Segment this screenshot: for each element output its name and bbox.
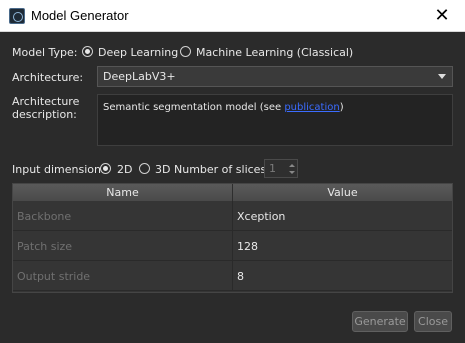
publication-link[interactable]: publication — [284, 102, 339, 113]
description-text-after: ) — [339, 102, 344, 113]
column-divider — [232, 231, 233, 261]
architecture-label: Architecture: — [12, 71, 84, 84]
row-name-cell: Backbone — [17, 210, 72, 223]
architecture-select[interactable]: DeepLabV3+ — [97, 66, 453, 87]
number-of-slices-value: 1 — [269, 162, 276, 175]
parameters-table[interactable]: Name Value Backbone Xception Patch size … — [12, 183, 453, 293]
deep-learning-label[interactable]: Deep Learning — [98, 46, 178, 59]
2d-label[interactable]: 2D — [117, 163, 132, 176]
table-row[interactable]: Backbone Xception — [13, 201, 452, 231]
row-value-cell[interactable]: 128 — [237, 240, 258, 253]
column-header-value[interactable]: Value — [233, 184, 452, 201]
column-divider — [232, 261, 233, 291]
table-row[interactable]: Patch size 128 — [13, 231, 452, 261]
title-bar: Model Generator ✕ — [0, 0, 465, 32]
description-text-before: Semantic segmentation model (see — [103, 102, 285, 113]
window-close-button[interactable]: ✕ — [419, 0, 465, 31]
window-title: Model Generator — [31, 8, 129, 23]
column-header-name[interactable]: Name — [13, 184, 233, 201]
2d-radio[interactable] — [100, 163, 111, 174]
row-value-cell[interactable]: Xception — [237, 210, 285, 223]
machine-learning-label[interactable]: Machine Learning (Classical) — [196, 46, 353, 59]
input-dimension-label: Input dimension: — [12, 163, 105, 176]
row-value-cell[interactable]: 8 — [237, 270, 244, 283]
spin-down-icon[interactable] — [289, 171, 295, 174]
architecture-description-label-line2: description: — [12, 108, 77, 121]
architecture-select-value: DeepLabV3+ — [103, 70, 176, 83]
chevron-down-icon — [438, 74, 446, 79]
3d-radio[interactable] — [139, 163, 150, 174]
app-icon — [9, 8, 25, 24]
spin-up-icon[interactable] — [289, 164, 295, 167]
number-of-slices-spinbox[interactable]: 1 — [264, 159, 298, 178]
number-of-slices-label: Number of slices: — [174, 163, 270, 176]
column-divider — [232, 201, 233, 231]
model-type-label: Model Type: — [12, 46, 78, 59]
deep-learning-radio[interactable] — [82, 46, 93, 57]
row-name-cell: Output stride — [17, 270, 91, 283]
close-button[interactable]: Close — [414, 311, 452, 332]
row-name-cell: Patch size — [17, 240, 73, 253]
3d-label[interactable]: 3D — [155, 163, 170, 176]
machine-learning-radio[interactable] — [180, 46, 191, 57]
architecture-description-text: Semantic segmentation model (see publica… — [103, 102, 344, 113]
architecture-description-box: Semantic segmentation model (see publica… — [97, 94, 453, 146]
generate-button[interactable]: Generate — [352, 311, 408, 332]
architecture-description-label-line1: Architecture — [12, 95, 80, 108]
table-row[interactable]: Output stride 8 — [13, 261, 452, 291]
